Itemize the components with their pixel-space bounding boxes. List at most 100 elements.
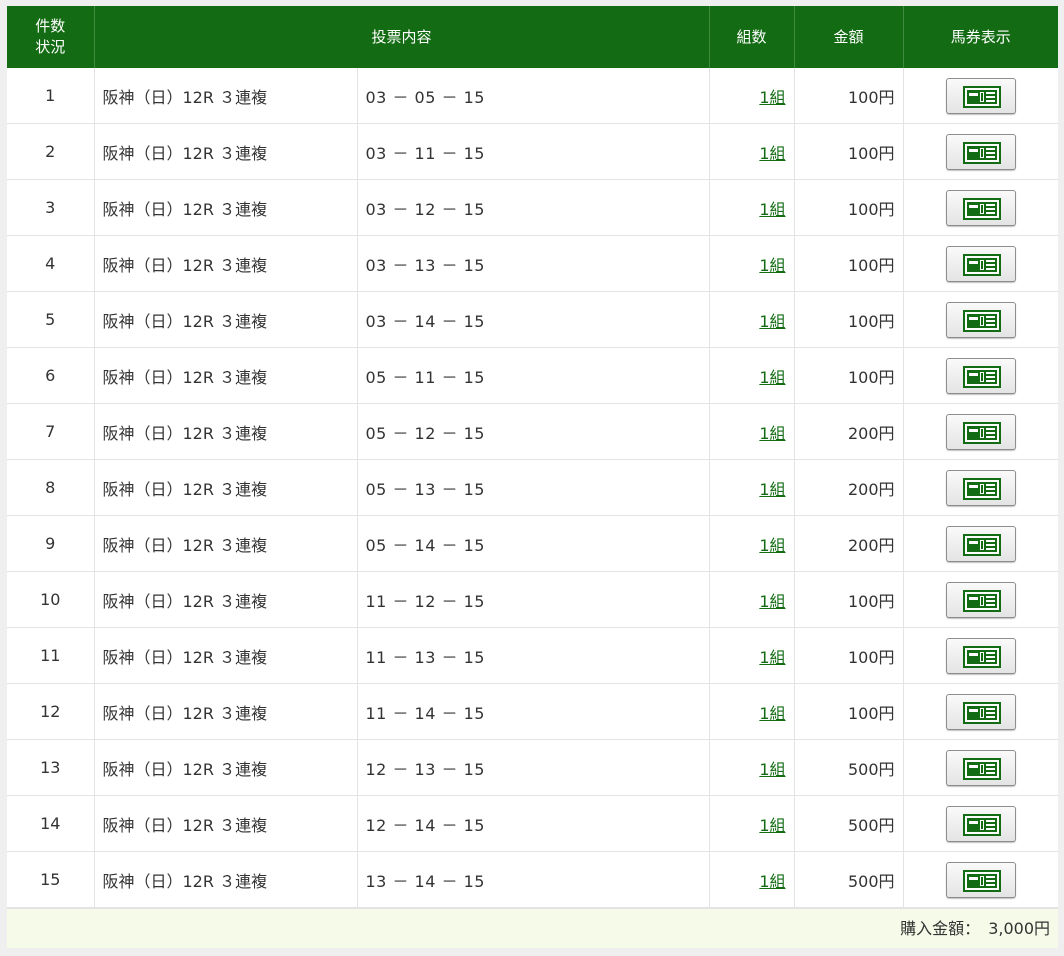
race-info: 阪神（日）12R ３連複 [94, 291, 358, 348]
show-ticket-button[interactable] [945, 302, 1016, 338]
sets-cell: 1組 [709, 179, 795, 236]
sets-cell: 1組 [709, 571, 795, 628]
show-ticket-button[interactable] [945, 78, 1016, 114]
horse-combination: 05 － 12 － 15 [357, 403, 710, 460]
show-ticket-button[interactable] [945, 638, 1016, 674]
horse-combination: 03 － 05 － 15 [357, 68, 710, 124]
header-amount: 金額 [794, 6, 904, 68]
ticket-icon [962, 366, 1001, 388]
show-ticket-button[interactable] [945, 134, 1016, 170]
row-number: 4 [7, 235, 95, 292]
ticket-cell [903, 179, 1059, 236]
show-ticket-button[interactable] [945, 582, 1016, 618]
amount-cell: 500円 [794, 739, 904, 796]
ticket-icon [962, 422, 1001, 444]
sets-link[interactable]: 1組 [759, 872, 785, 891]
row-number: 7 [7, 403, 95, 460]
sets-link[interactable]: 1組 [759, 648, 785, 667]
header-count-label: 件数 [35, 17, 66, 35]
ticket-cell [903, 515, 1059, 572]
race-info: 阪神（日）12R ３連複 [94, 123, 358, 180]
amount-cell: 500円 [794, 851, 904, 908]
sets-cell: 1組 [709, 683, 795, 740]
ticket-icon [962, 646, 1001, 668]
sets-cell: 1組 [709, 403, 795, 460]
sets-link[interactable]: 1組 [759, 480, 785, 499]
horse-combination: 05 － 14 － 15 [357, 515, 710, 572]
table-row: 11 阪神（日）12R ３連複 11 － 13 － 15 1組 100円 [7, 627, 1059, 684]
total-label: 購入金額： [900, 919, 981, 938]
amount-cell: 100円 [794, 179, 904, 236]
sets-cell: 1組 [709, 347, 795, 404]
show-ticket-button[interactable] [945, 750, 1016, 786]
sets-cell: 1組 [709, 627, 795, 684]
sets-link[interactable]: 1組 [759, 88, 785, 107]
row-number: 11 [7, 627, 95, 684]
show-ticket-button[interactable] [945, 470, 1016, 506]
show-ticket-button[interactable] [945, 414, 1016, 450]
ticket-cell [903, 403, 1059, 460]
amount-cell: 100円 [794, 571, 904, 628]
amount-cell: 100円 [794, 68, 904, 124]
sets-link[interactable]: 1組 [759, 536, 785, 555]
sets-link[interactable]: 1組 [759, 424, 785, 443]
ticket-cell [903, 795, 1059, 852]
bet-list-panel: 件数 状況 投票内容 組数 金額 馬券表示 1 阪神（日）12R ３連複 03 … [7, 6, 1059, 948]
ticket-cell [903, 68, 1059, 124]
horse-combination: 03 － 13 － 15 [357, 235, 710, 292]
sets-link[interactable]: 1組 [759, 144, 785, 163]
sets-cell: 1組 [709, 235, 795, 292]
show-ticket-button[interactable] [945, 190, 1016, 226]
ticket-icon [962, 198, 1001, 220]
amount-cell: 200円 [794, 403, 904, 460]
sets-link[interactable]: 1組 [759, 200, 785, 219]
show-ticket-button[interactable] [945, 862, 1016, 898]
ticket-cell [903, 347, 1059, 404]
ticket-icon [962, 814, 1001, 836]
show-ticket-button[interactable] [945, 526, 1016, 562]
sets-link[interactable]: 1組 [759, 760, 785, 779]
race-info: 阪神（日）12R ３連複 [94, 571, 358, 628]
show-ticket-button[interactable] [945, 806, 1016, 842]
sets-link[interactable]: 1組 [759, 816, 785, 835]
sets-link[interactable]: 1組 [759, 256, 785, 275]
sets-link[interactable]: 1組 [759, 312, 785, 331]
table-row: 15 阪神（日）12R ３連複 13 － 14 － 15 1組 500円 [7, 851, 1059, 908]
race-info: 阪神（日）12R ３連複 [94, 683, 358, 740]
horse-combination: 03 － 12 － 15 [357, 179, 710, 236]
show-ticket-button[interactable] [945, 358, 1016, 394]
ticket-cell [903, 571, 1059, 628]
row-number: 14 [7, 795, 95, 852]
race-info: 阪神（日）12R ３連複 [94, 347, 358, 404]
race-info: 阪神（日）12R ３連複 [94, 739, 358, 796]
sets-link[interactable]: 1組 [759, 592, 785, 611]
amount-cell: 200円 [794, 515, 904, 572]
ticket-icon [962, 758, 1001, 780]
ticket-cell [903, 291, 1059, 348]
row-number: 5 [7, 291, 95, 348]
sets-link[interactable]: 1組 [759, 704, 785, 723]
table-row: 2 阪神（日）12R ３連複 03 － 11 － 15 1組 100円 [7, 123, 1059, 180]
horse-combination: 12 － 13 － 15 [357, 739, 710, 796]
ticket-icon [962, 86, 1001, 108]
race-info: 阪神（日）12R ３連複 [94, 459, 358, 516]
sets-link[interactable]: 1組 [759, 368, 785, 387]
horse-combination: 03 － 11 － 15 [357, 123, 710, 180]
table-row: 7 阪神（日）12R ３連複 05 － 12 － 15 1組 200円 [7, 403, 1059, 460]
amount-cell: 100円 [794, 627, 904, 684]
header-sets: 組数 [709, 6, 795, 68]
ticket-cell [903, 123, 1059, 180]
sets-cell: 1組 [709, 739, 795, 796]
table-row: 6 阪神（日）12R ３連複 05 － 11 － 15 1組 100円 [7, 347, 1059, 404]
sets-cell: 1組 [709, 515, 795, 572]
sets-cell: 1組 [709, 851, 795, 908]
table-row: 4 阪神（日）12R ３連複 03 － 13 － 15 1組 100円 [7, 235, 1059, 292]
row-number: 2 [7, 123, 95, 180]
bet-rows: 1 阪神（日）12R ３連複 03 － 05 － 15 1組 100円 2 阪神… [7, 68, 1059, 908]
row-number: 12 [7, 683, 95, 740]
header-bet-content: 投票内容 [94, 6, 710, 68]
show-ticket-button[interactable] [945, 246, 1016, 282]
show-ticket-button[interactable] [945, 694, 1016, 730]
race-info: 阪神（日）12R ３連複 [94, 403, 358, 460]
ticket-icon [962, 254, 1001, 276]
